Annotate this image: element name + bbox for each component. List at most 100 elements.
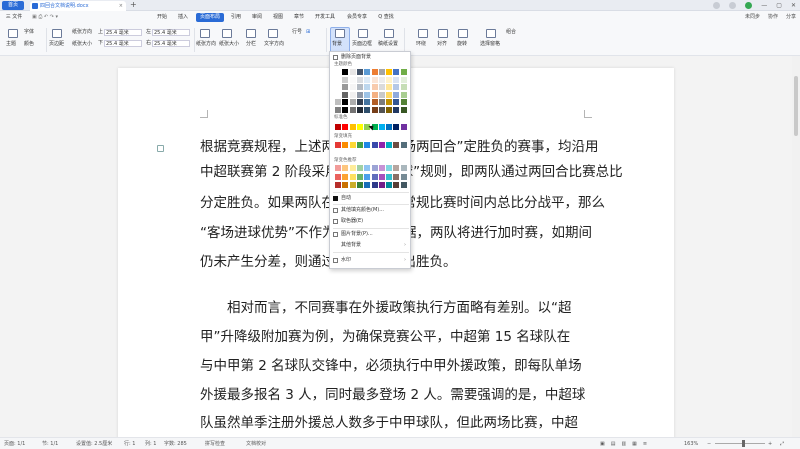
theme-color-swatch[interactable] — [356, 106, 363, 113]
gradient-style-swatch[interactable] — [342, 173, 349, 180]
gradient-style-swatch[interactable] — [393, 173, 400, 180]
gradient-style-swatch[interactable] — [335, 173, 341, 180]
vertical-scrollbar[interactable] — [792, 56, 800, 437]
rotate-button[interactable]: 旋转 — [457, 41, 467, 48]
theme-color-swatch[interactable] — [356, 69, 363, 75]
menu-view[interactable]: 视图 — [269, 13, 287, 22]
gradient-style-swatch[interactable] — [364, 182, 371, 188]
line-number-button[interactable]: 行号 — [292, 29, 302, 36]
theme-icon[interactable] — [8, 29, 18, 38]
eyedropper-item[interactable]: 取色器(E) — [330, 217, 410, 226]
columns-icon[interactable] — [246, 29, 256, 38]
standard-color-swatch[interactable] — [342, 124, 349, 130]
fit-page-icon[interactable]: ⤢ — [780, 440, 784, 448]
menu-review[interactable]: 审阅 — [248, 13, 266, 22]
new-tab-button[interactable]: + — [130, 0, 137, 10]
doc-check-button[interactable]: 文档校对 — [246, 440, 266, 448]
theme-color-swatch[interactable] — [371, 91, 378, 98]
paper-size-button[interactable]: 纸张大小 — [72, 41, 92, 48]
paper-size-dropdown[interactable]: 纸张大小 — [219, 41, 239, 48]
theme-color-swatch[interactable] — [386, 106, 393, 113]
group-button[interactable]: 组合 — [506, 29, 516, 36]
columns-button[interactable]: 分栏 — [246, 41, 256, 48]
margin-top-field[interactable]: 25.4 毫米 — [104, 29, 142, 36]
menu-start[interactable]: 开始 — [152, 13, 172, 22]
gradient-style-swatch[interactable] — [378, 173, 385, 180]
gradient-style-swatch[interactable] — [349, 173, 356, 180]
auto-color-item[interactable]: 自动 — [330, 194, 410, 203]
menu-chapter[interactable]: 章节 — [290, 13, 308, 22]
page-border-button[interactable]: 页面边框 — [352, 41, 372, 48]
theme-color-swatch[interactable] — [378, 106, 385, 113]
gradient-style-swatch[interactable] — [400, 165, 407, 171]
gradient-style-swatch[interactable] — [400, 182, 407, 188]
theme-color-swatch[interactable] — [400, 91, 407, 98]
gradient-style-swatch[interactable] — [371, 182, 378, 188]
margin-left-field[interactable]: 25.4 毫米 — [152, 29, 190, 36]
manuscript-settings-button[interactable]: 稿纸设置 — [378, 41, 398, 48]
word-count[interactable]: 字数: 285 — [164, 440, 187, 448]
gradient-color-swatch[interactable] — [393, 142, 400, 148]
theme-color-swatch[interactable] — [349, 106, 356, 113]
zoom-slider-handle[interactable] — [742, 440, 745, 447]
theme-color-swatch[interactable] — [364, 99, 371, 105]
theme-color-swatch[interactable] — [378, 84, 385, 90]
theme-color-swatch[interactable] — [400, 99, 407, 105]
menu-member[interactable]: 会员专享 — [343, 13, 371, 22]
quick-access-toolbar[interactable]: ▣ ⎙ ↶ ↷ ▾ — [30, 13, 60, 22]
theme-color-swatch[interactable] — [400, 84, 407, 90]
gradient-style-swatch[interactable] — [364, 165, 371, 171]
gradient-style-swatch[interactable] — [356, 173, 363, 180]
watermark-item[interactable]: 水印 › — [330, 256, 410, 265]
gradient-color-swatch[interactable] — [356, 142, 363, 148]
font-theme-button[interactable]: 字体 — [24, 29, 34, 36]
theme-color-swatch[interactable] — [335, 84, 341, 90]
zoom-level[interactable]: 163% — [684, 440, 698, 448]
gradient-style-swatch[interactable] — [400, 173, 407, 180]
theme-color-swatch[interactable] — [371, 84, 378, 90]
rotate-icon[interactable] — [458, 29, 468, 38]
home-tab[interactable]: 首页 — [2, 1, 24, 10]
orientation-dropdown[interactable]: 纸张方向 — [196, 41, 216, 48]
minimize-icon[interactable]: — — [761, 1, 767, 10]
paragraph-handle-icon[interactable] — [157, 145, 164, 152]
theme-color-swatch[interactable] — [371, 76, 378, 83]
doc-line[interactable]: 甲”升降级附加赛为例，为确保竞赛公平，中超第 15 名球队在 — [200, 329, 570, 345]
gradient-color-swatch[interactable] — [335, 142, 341, 148]
menu-insert[interactable]: 插入 — [173, 13, 193, 22]
zoom-out-icon[interactable]: − — [707, 440, 711, 448]
paper-size-icon[interactable] — [222, 29, 232, 38]
gradient-style-swatch[interactable] — [342, 165, 349, 171]
gradient-style-swatch[interactable] — [386, 165, 393, 171]
theme-color-swatch[interactable] — [356, 76, 363, 83]
gradient-style-swatch[interactable] — [393, 165, 400, 171]
theme-color-swatch[interactable] — [342, 99, 349, 105]
document-tab[interactable]: 四回合文档说明.docx × — [30, 1, 126, 11]
gradient-style-swatch[interactable] — [356, 165, 363, 171]
gradient-style-swatch[interactable] — [335, 165, 341, 171]
wrap-button[interactable]: 环绕 — [416, 41, 426, 48]
theme-color-swatch[interactable] — [400, 69, 407, 75]
maximize-icon[interactable]: ▢ — [776, 1, 782, 10]
gradient-style-swatch[interactable] — [371, 165, 378, 171]
gradient-color-swatch[interactable] — [342, 142, 349, 148]
gradient-color-swatch[interactable] — [378, 142, 385, 148]
cloud-icon[interactable] — [713, 2, 721, 9]
text-direction-icon[interactable] — [268, 29, 278, 38]
theme-color-swatch[interactable] — [378, 76, 385, 83]
color-theme-button[interactable]: 颜色 — [24, 41, 34, 48]
gradient-color-swatch[interactable] — [371, 142, 378, 148]
delete-background-item[interactable]: 删除页面背景 — [330, 53, 410, 62]
standard-color-swatch[interactable] — [335, 124, 341, 130]
doc-line[interactable]: 相对而言，不同赛事在外援政策执行方面略有差别。以“超 — [227, 300, 572, 316]
theme-color-swatch[interactable] — [335, 99, 341, 105]
gradient-style-swatch[interactable] — [364, 173, 371, 180]
theme-color-swatch[interactable] — [364, 84, 371, 90]
margin-icon[interactable] — [52, 29, 62, 38]
scroll-thumb[interactable] — [794, 76, 798, 136]
theme-color-swatch[interactable] — [335, 69, 341, 75]
theme-color-swatch[interactable] — [342, 84, 349, 90]
theme-color-swatch[interactable] — [386, 91, 393, 98]
theme-color-swatch[interactable] — [364, 69, 371, 75]
view-mode-icons[interactable]: ▣▤▥▦≡ — [600, 440, 653, 448]
